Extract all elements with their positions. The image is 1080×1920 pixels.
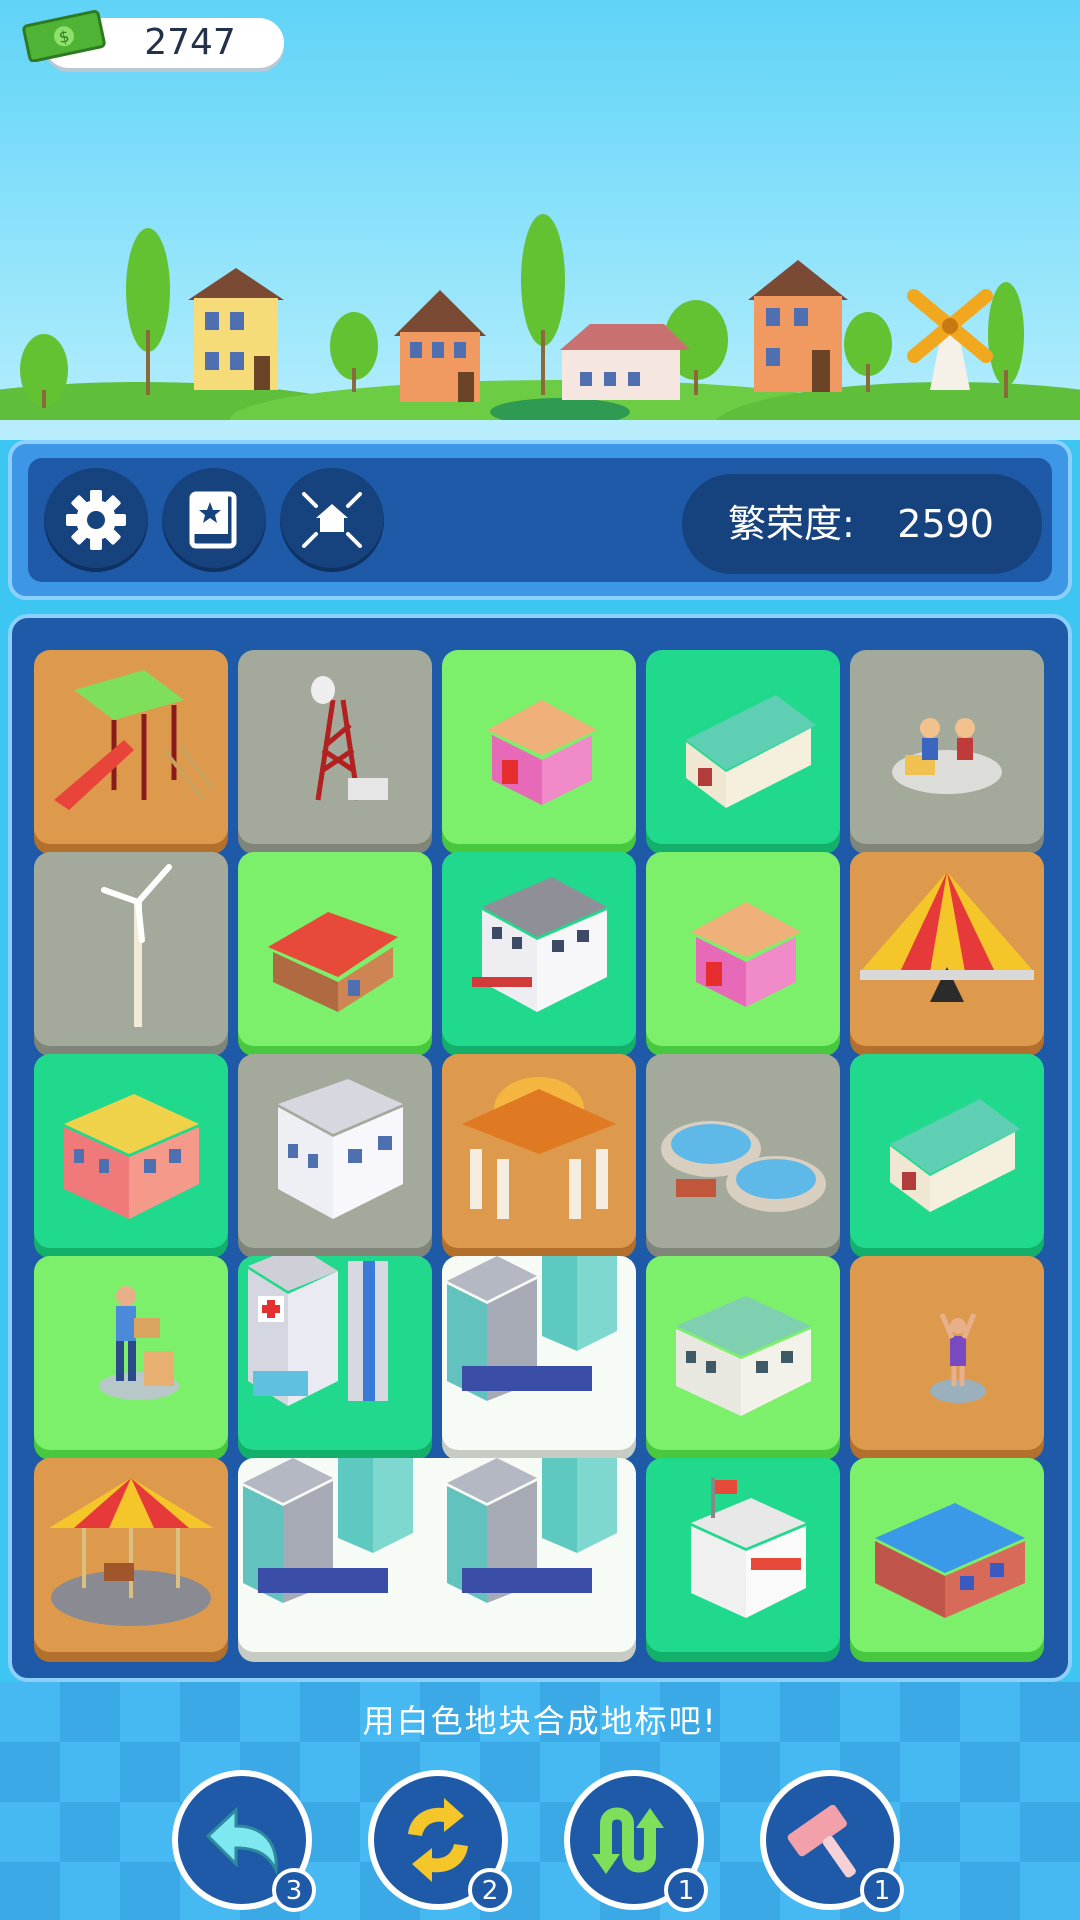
office-towers-icon xyxy=(447,1256,617,1401)
tile-hospital[interactable] xyxy=(238,1256,432,1450)
warehouse-icon xyxy=(890,1099,1020,1212)
prosperity-label: 繁荣度: xyxy=(728,502,855,546)
circus-tent-icon xyxy=(860,872,1034,1002)
money-value: 2747 xyxy=(144,22,236,63)
tile-pink-cottage-2[interactable] xyxy=(646,852,840,1046)
undo-count-badge: 3 xyxy=(272,1868,316,1912)
tile-dancer[interactable] xyxy=(850,1256,1044,1450)
hospital-icon xyxy=(248,1256,388,1406)
town-hall-icon xyxy=(676,1296,811,1416)
tile-apartment-block[interactable] xyxy=(442,852,636,1046)
tile-red-roof-house[interactable] xyxy=(238,852,432,1046)
hammer-count-badge: 1 xyxy=(860,1868,904,1912)
tile-warehouse[interactable] xyxy=(646,650,840,844)
tile-pink-cottage[interactable] xyxy=(442,650,636,844)
prosperity-display: 繁荣度: 2590 xyxy=(682,474,1042,574)
tile-playground-slide[interactable] xyxy=(34,650,228,844)
tile-delivery-person[interactable] xyxy=(34,1256,228,1450)
post-office-icon xyxy=(691,1478,806,1618)
street-performers-icon xyxy=(892,718,1002,794)
hammer-button[interactable]: 1 xyxy=(760,1770,904,1912)
tile-radio-tower[interactable] xyxy=(238,650,432,844)
shuffle-button[interactable]: 2 xyxy=(368,1770,512,1912)
tile-blue-mall[interactable] xyxy=(850,1458,1044,1652)
tile-water-tanks[interactable] xyxy=(646,1054,840,1248)
tile-domed-landmark[interactable] xyxy=(442,1054,636,1248)
tile-town-hall[interactable] xyxy=(646,1256,840,1450)
tile-landmark-merge-zone[interactable] xyxy=(238,1458,636,1652)
tile-street-performers[interactable] xyxy=(850,650,1044,844)
carousel-icon xyxy=(49,1478,213,1626)
tile-warehouse-2[interactable] xyxy=(850,1054,1044,1248)
shuffle-count-badge: 2 xyxy=(468,1868,512,1912)
red-roof-house-icon xyxy=(268,912,398,1012)
undo-button[interactable]: 3 xyxy=(172,1770,316,1912)
house-collapse-icon xyxy=(302,492,362,548)
tile-carousel[interactable] xyxy=(34,1458,228,1652)
delivery-person-icon xyxy=(99,1286,179,1400)
tile-factory[interactable] xyxy=(238,1054,432,1248)
domed-landmark-icon xyxy=(462,1077,616,1219)
water-tanks-icon xyxy=(661,1121,826,1212)
radio-tower-icon xyxy=(311,676,388,801)
pink-cottage-icon xyxy=(691,902,801,1007)
settings-button[interactable] xyxy=(44,468,148,572)
warehouse-icon xyxy=(686,695,816,808)
swap-count-badge: 1 xyxy=(664,1868,708,1912)
merge-home-button[interactable] xyxy=(280,468,384,572)
gear-icon xyxy=(66,490,126,550)
tile-office-towers[interactable] xyxy=(442,1256,636,1450)
dancer-icon xyxy=(930,1313,986,1403)
blue-mall-icon xyxy=(875,1503,1025,1618)
shop-building-icon xyxy=(64,1094,199,1219)
cash-icon: $ xyxy=(22,10,106,62)
prosperity-value: 2590 xyxy=(897,502,994,546)
wind-turbine-icon xyxy=(101,864,172,1027)
pink-cottage-icon xyxy=(487,700,597,805)
tile-shop-building[interactable] xyxy=(34,1054,228,1248)
hint-text: 用白色地块合成地标吧! xyxy=(362,1702,718,1740)
tile-post-office[interactable] xyxy=(646,1458,840,1652)
tile-circus-tent[interactable] xyxy=(850,852,1044,1046)
collection-button[interactable] xyxy=(162,468,266,572)
office-towers-pair-icon xyxy=(243,1458,617,1603)
swap-button[interactable]: 1 xyxy=(564,1770,708,1912)
book-star-icon xyxy=(189,491,237,549)
playground-slide-icon xyxy=(54,670,216,810)
apartment-block-icon xyxy=(472,877,607,1012)
factory-icon xyxy=(278,1079,403,1219)
tile-wind-turbine[interactable] xyxy=(34,852,228,1046)
